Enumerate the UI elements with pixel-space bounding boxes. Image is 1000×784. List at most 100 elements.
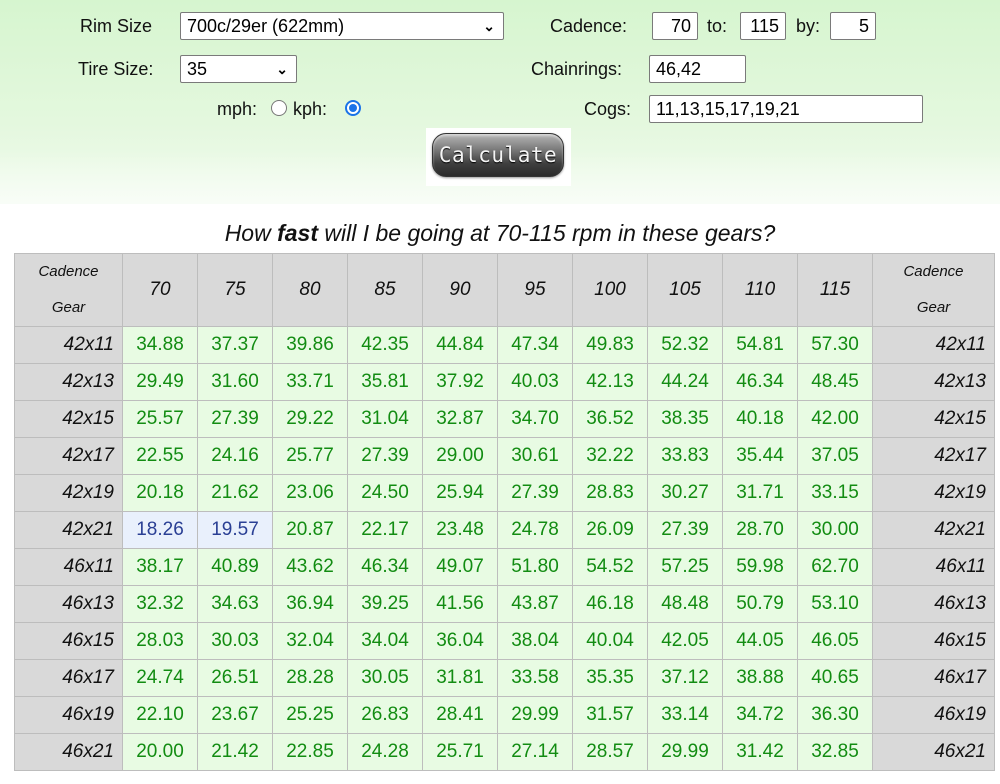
speed-cell[interactable]: 34.72 xyxy=(722,696,798,734)
speed-cell[interactable]: 27.14 xyxy=(497,733,573,771)
speed-cell[interactable]: 40.04 xyxy=(572,622,648,660)
speed-cell[interactable]: 25.25 xyxy=(272,696,348,734)
speed-cell[interactable]: 48.45 xyxy=(797,363,873,401)
speed-cell[interactable]: 30.27 xyxy=(647,474,723,512)
speed-cell[interactable]: 26.83 xyxy=(347,696,423,734)
speed-cell[interactable]: 43.62 xyxy=(272,548,348,586)
speed-cell[interactable]: 33.14 xyxy=(647,696,723,734)
speed-cell[interactable]: 46.34 xyxy=(347,548,423,586)
speed-cell[interactable]: 46.18 xyxy=(572,585,648,623)
speed-cell[interactable]: 38.04 xyxy=(497,622,573,660)
speed-cell[interactable]: 28.70 xyxy=(722,511,798,549)
speed-cell[interactable]: 40.18 xyxy=(722,400,798,438)
speed-cell[interactable]: 29.49 xyxy=(122,363,198,401)
speed-cell[interactable]: 24.78 xyxy=(497,511,573,549)
speed-cell[interactable]: 31.42 xyxy=(722,733,798,771)
speed-cell[interactable]: 25.94 xyxy=(422,474,498,512)
speed-cell[interactable]: 28.41 xyxy=(422,696,498,734)
speed-cell[interactable]: 21.42 xyxy=(197,733,273,771)
speed-cell[interactable]: 31.81 xyxy=(422,659,498,697)
speed-cell[interactable]: 38.88 xyxy=(722,659,798,697)
speed-cell[interactable]: 48.48 xyxy=(647,585,723,623)
speed-cell[interactable]: 23.06 xyxy=(272,474,348,512)
speed-cell[interactable]: 33.83 xyxy=(647,437,723,475)
speed-cell[interactable]: 35.81 xyxy=(347,363,423,401)
speed-cell[interactable]: 25.77 xyxy=(272,437,348,475)
speed-cell[interactable]: 38.35 xyxy=(647,400,723,438)
speed-cell[interactable]: 44.05 xyxy=(722,622,798,660)
speed-cell[interactable]: 24.74 xyxy=(122,659,198,697)
speed-cell[interactable]: 21.62 xyxy=(197,474,273,512)
speed-cell[interactable]: 19.57 xyxy=(197,511,273,549)
speed-cell[interactable]: 30.03 xyxy=(197,622,273,660)
speed-cell[interactable]: 25.57 xyxy=(122,400,198,438)
speed-cell[interactable]: 24.16 xyxy=(197,437,273,475)
cadence-step-input[interactable]: 5 xyxy=(830,12,876,40)
speed-cell[interactable]: 53.10 xyxy=(797,585,873,623)
speed-cell[interactable]: 37.37 xyxy=(197,326,273,364)
speed-cell[interactable]: 24.50 xyxy=(347,474,423,512)
rim-size-select[interactable]: 700c/29er (622mm) ⌄ xyxy=(180,12,504,40)
calculate-button[interactable]: Calculate xyxy=(426,128,571,186)
speed-cell[interactable]: 28.28 xyxy=(272,659,348,697)
speed-cell[interactable]: 35.44 xyxy=(722,437,798,475)
speed-cell[interactable]: 33.58 xyxy=(497,659,573,697)
speed-cell[interactable]: 33.71 xyxy=(272,363,348,401)
speed-cell[interactable]: 34.88 xyxy=(122,326,198,364)
speed-cell[interactable]: 28.83 xyxy=(572,474,648,512)
speed-cell[interactable]: 27.39 xyxy=(647,511,723,549)
speed-cell[interactable]: 28.03 xyxy=(122,622,198,660)
speed-cell[interactable]: 43.87 xyxy=(497,585,573,623)
speed-cell[interactable]: 31.60 xyxy=(197,363,273,401)
speed-cell[interactable]: 51.80 xyxy=(497,548,573,586)
speed-cell[interactable]: 20.00 xyxy=(122,733,198,771)
speed-cell[interactable]: 30.61 xyxy=(497,437,573,475)
kph-radio[interactable] xyxy=(345,100,361,116)
speed-cell[interactable]: 26.09 xyxy=(572,511,648,549)
speed-cell[interactable]: 38.17 xyxy=(122,548,198,586)
speed-cell[interactable]: 34.70 xyxy=(497,400,573,438)
speed-cell[interactable]: 32.04 xyxy=(272,622,348,660)
speed-cell[interactable]: 50.79 xyxy=(722,585,798,623)
speed-cell[interactable]: 29.00 xyxy=(422,437,498,475)
speed-cell[interactable]: 23.48 xyxy=(422,511,498,549)
speed-cell[interactable]: 62.70 xyxy=(797,548,873,586)
speed-cell[interactable]: 49.07 xyxy=(422,548,498,586)
speed-cell[interactable]: 34.04 xyxy=(347,622,423,660)
speed-cell[interactable]: 47.34 xyxy=(497,326,573,364)
mph-radio[interactable] xyxy=(271,100,287,116)
cadence-from-input[interactable]: 70 xyxy=(652,12,698,40)
speed-cell[interactable]: 22.85 xyxy=(272,733,348,771)
speed-cell[interactable]: 46.05 xyxy=(797,622,873,660)
speed-cell[interactable]: 25.71 xyxy=(422,733,498,771)
speed-cell[interactable]: 22.17 xyxy=(347,511,423,549)
speed-cell[interactable]: 37.05 xyxy=(797,437,873,475)
speed-cell[interactable]: 23.67 xyxy=(197,696,273,734)
speed-cell[interactable]: 18.26 xyxy=(122,511,198,549)
speed-cell[interactable]: 40.03 xyxy=(497,363,573,401)
speed-cell[interactable]: 30.05 xyxy=(347,659,423,697)
speed-cell[interactable]: 36.30 xyxy=(797,696,873,734)
speed-cell[interactable]: 34.63 xyxy=(197,585,273,623)
speed-cell[interactable]: 20.18 xyxy=(122,474,198,512)
speed-cell[interactable]: 39.86 xyxy=(272,326,348,364)
speed-cell[interactable]: 33.15 xyxy=(797,474,873,512)
speed-cell[interactable]: 29.99 xyxy=(647,733,723,771)
speed-cell[interactable]: 32.22 xyxy=(572,437,648,475)
speed-cell[interactable]: 20.87 xyxy=(272,511,348,549)
speed-cell[interactable]: 49.83 xyxy=(572,326,648,364)
speed-cell[interactable]: 37.92 xyxy=(422,363,498,401)
speed-cell[interactable]: 36.52 xyxy=(572,400,648,438)
speed-cell[interactable]: 30.00 xyxy=(797,511,873,549)
speed-cell[interactable]: 36.04 xyxy=(422,622,498,660)
speed-cell[interactable]: 41.56 xyxy=(422,585,498,623)
speed-cell[interactable]: 22.10 xyxy=(122,696,198,734)
speed-cell[interactable]: 27.39 xyxy=(497,474,573,512)
speed-cell[interactable]: 42.35 xyxy=(347,326,423,364)
speed-cell[interactable]: 26.51 xyxy=(197,659,273,697)
tire-size-select[interactable]: 35 ⌄ xyxy=(180,55,297,83)
speed-cell[interactable]: 29.22 xyxy=(272,400,348,438)
speed-cell[interactable]: 39.25 xyxy=(347,585,423,623)
speed-cell[interactable]: 40.65 xyxy=(797,659,873,697)
speed-cell[interactable]: 59.98 xyxy=(722,548,798,586)
